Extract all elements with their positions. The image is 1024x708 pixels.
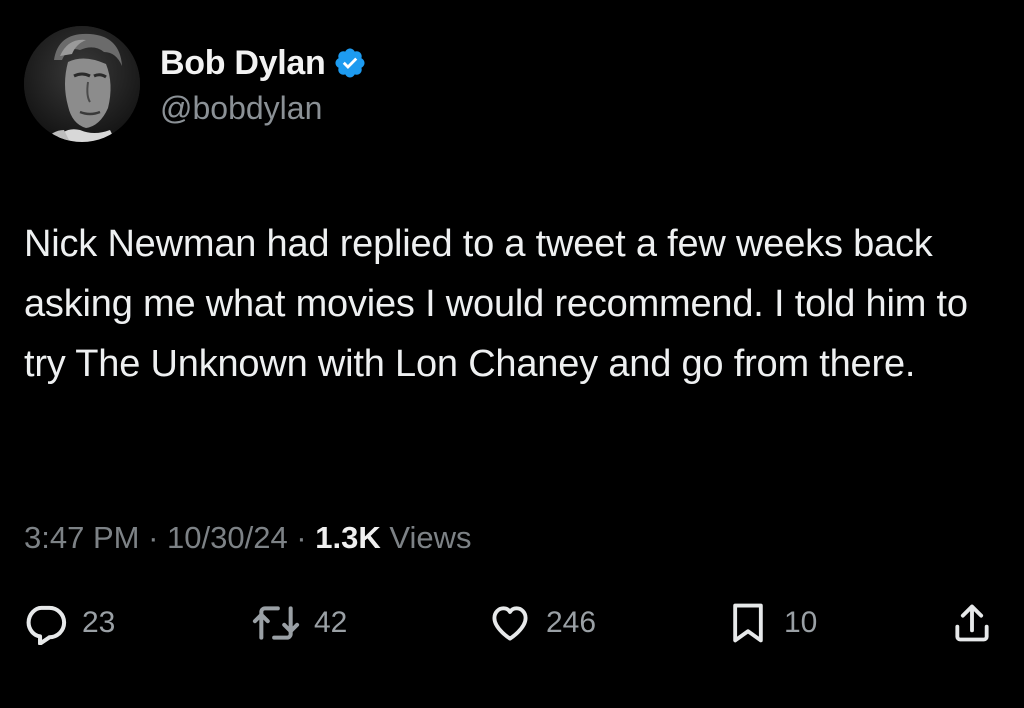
bookmark-count: 10 [784,606,818,639]
share-button[interactable] [950,598,994,648]
retweet-icon [252,601,300,645]
like-button[interactable]: 246 [488,598,596,648]
reply-count: 23 [82,606,116,639]
tweet-actions: 23 42 246 10 [0,598,1024,648]
author-info: Bob Dylan @bobdylan [160,42,367,130]
verified-badge-icon[interactable] [333,46,367,80]
meta-separator: · [287,520,316,555]
reply-icon [24,601,68,645]
bookmark-button[interactable]: 10 [726,598,817,648]
author-name-row: Bob Dylan [160,42,367,84]
avatar[interactable] [24,26,140,142]
retweet-button[interactable]: 42 [252,598,347,648]
tweet-date[interactable]: 10/30/24 [167,520,288,555]
avatar-image [24,26,140,142]
tweet-text: Nick Newman had replied to a tweet a few… [24,223,968,385]
tweet-meta: 3:47 PM · 10/30/24 · 1.3K Views [24,516,471,560]
retweet-count: 42 [314,606,348,639]
meta-separator: · [139,520,168,555]
reply-button[interactable]: 23 [24,598,115,648]
tweet-card: Bob Dylan @bobdylan Nick Newman had repl… [0,0,1024,708]
bookmark-icon [726,601,770,645]
tweet-time[interactable]: 3:47 PM [24,520,139,555]
author-display-name[interactable]: Bob Dylan [160,42,326,84]
heart-icon [488,601,532,645]
author-handle[interactable]: @bobdylan [160,86,367,130]
share-icon [950,601,994,645]
views-label: Views [380,520,472,555]
views-count[interactable]: 1.3K [315,520,380,555]
tweet-header: Bob Dylan @bobdylan [24,26,367,150]
like-count: 246 [546,606,597,639]
